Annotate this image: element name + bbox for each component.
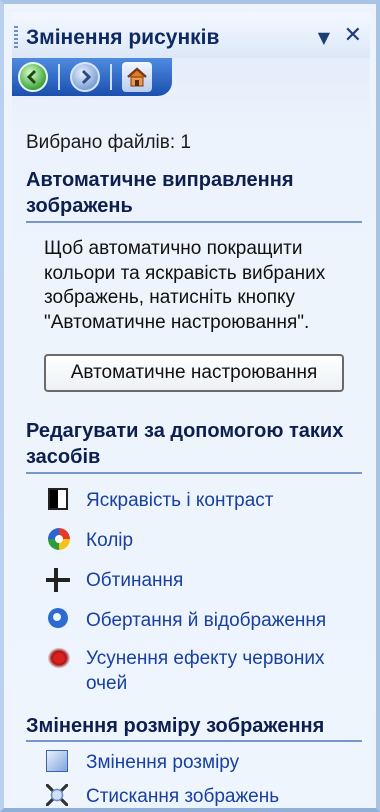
color-label: Колір (86, 530, 134, 551)
color-wheel-icon (48, 528, 70, 550)
compress-label: Стискання зображень (86, 786, 280, 807)
nav-separator (58, 64, 60, 90)
dropdown-arrow-icon[interactable]: ▼ (318, 28, 330, 47)
resize-heading: Змінення розміру зображення (26, 715, 325, 737)
brightness-contrast-link[interactable]: Яскравість і контраст (46, 488, 274, 513)
compress-icon (46, 784, 68, 806)
task-pane-title: Змінення рисунків (26, 26, 220, 49)
section-divider (26, 740, 362, 742)
close-icon[interactable]: ✕ (344, 23, 362, 48)
resize-icon (46, 750, 68, 772)
brightness-contrast-icon (48, 488, 68, 510)
resize-label: Змінення розміру (86, 752, 240, 773)
auto-correct-description: Щоб автоматично покращити кольори та яск… (44, 238, 326, 333)
forward-arrow-icon[interactable] (70, 62, 100, 92)
back-arrow-icon[interactable] (18, 62, 48, 92)
section-divider (26, 221, 362, 223)
rotate-flip-icon (48, 608, 68, 628)
task-pane-title-bar: Змінення рисунків ▼ ✕ (12, 12, 370, 58)
crop-icon (46, 568, 72, 592)
auto-correct-heading: Автоматичне виправлення зображень (26, 169, 294, 217)
rotate-flip-label: Обертання й відображення (86, 610, 327, 631)
red-eye-icon (46, 646, 72, 670)
red-eye-label: Усунення ефекту червоних очей (86, 648, 325, 694)
home-icon[interactable] (122, 62, 152, 92)
edit-tools-heading: Редагувати за допомогою таких засобів (26, 420, 344, 468)
compress-link[interactable]: Стискання зображень (46, 784, 279, 809)
resize-link[interactable]: Змінення розміру (46, 750, 239, 775)
navigation-bar (12, 58, 172, 96)
task-pane-frame: Змінення рисунків ▼ ✕ Вибрано файлів: 1 … (0, 0, 380, 812)
crop-link[interactable]: Обтинання (46, 568, 183, 593)
red-eye-link[interactable]: Усунення ефекту червоних очей (46, 646, 366, 696)
auto-adjust-button[interactable]: Автоматичне настроювання (44, 354, 344, 392)
task-pane: Змінення рисунків ▼ ✕ Вибрано файлів: 1 … (12, 12, 370, 807)
nav-separator (110, 64, 112, 90)
section-divider (26, 472, 362, 474)
drag-grip-icon[interactable] (14, 26, 18, 50)
crop-label: Обтинання (86, 570, 184, 591)
rotate-flip-link[interactable]: Обертання й відображення (46, 608, 326, 633)
color-link[interactable]: Колір (46, 528, 133, 553)
brightness-contrast-label: Яскравість і контраст (86, 490, 274, 511)
selected-files-count: Вибрано файлів: 1 (26, 132, 191, 153)
